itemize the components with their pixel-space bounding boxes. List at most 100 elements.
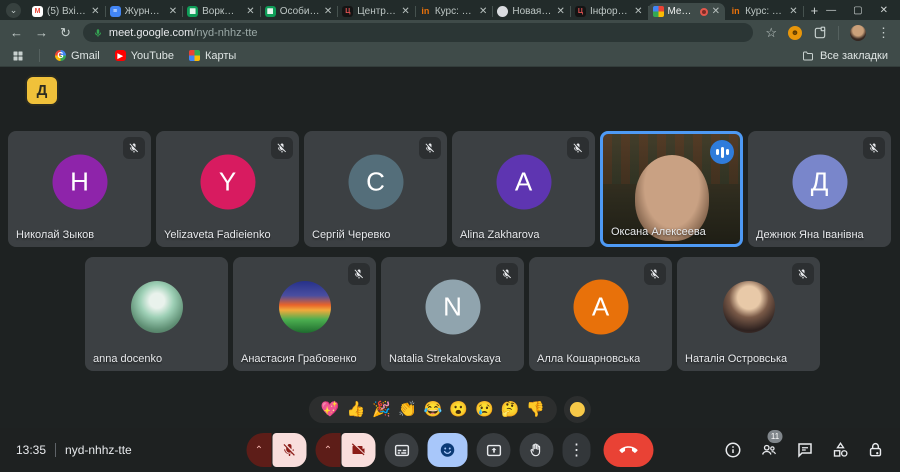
meeting-details-button[interactable]	[724, 441, 742, 459]
browser-menu-icon[interactable]: ⋮	[877, 25, 890, 41]
tab-title: Meet -	[668, 6, 696, 17]
end-call-button[interactable]	[604, 433, 654, 467]
extensions-panel-icon[interactable]	[813, 26, 827, 40]
participant-name: Сергій Черевко	[312, 229, 390, 241]
tab-close-icon[interactable]: ✕	[634, 6, 642, 17]
tab-close-icon[interactable]: ✕	[324, 6, 332, 17]
gmail-favicon: M	[32, 6, 43, 17]
minimize-button[interactable]: —	[826, 5, 836, 16]
browser-tab-9[interactable]: inКурс: 1.1✕	[725, 3, 803, 20]
bookmark-star-icon[interactable]: ☆	[765, 25, 777, 41]
camera-options-chevron[interactable]: ⌃	[316, 433, 341, 467]
more-options-button[interactable]: ⋮	[563, 433, 591, 467]
participant-tile[interactable]: ННиколай Зыков	[8, 131, 151, 247]
participant-tile[interactable]: Наталія Островська	[677, 257, 820, 371]
participant-tile[interactable]: Анастасия Грабовенко	[233, 257, 376, 371]
host-controls-button[interactable]	[867, 441, 884, 459]
present-button[interactable]	[477, 433, 511, 467]
reactions-toggle-button[interactable]	[428, 433, 468, 467]
reload-icon[interactable]: ↻	[60, 25, 71, 41]
reaction-emoji-0[interactable]: 💖	[321, 402, 340, 417]
reaction-emoji-6[interactable]: 😢	[475, 402, 494, 417]
all-bookmarks[interactable]: Все закладки	[802, 50, 888, 62]
avatar: Д	[792, 155, 847, 210]
back-icon[interactable]: ←	[10, 25, 23, 40]
meet-favicon	[653, 6, 664, 17]
participant-tile[interactable]: А Алла Кошарновська	[529, 257, 672, 371]
participant-tile[interactable]: ДДежнюк Яна Іванівна	[748, 131, 891, 247]
tab-close-icon[interactable]: ✕	[91, 6, 99, 17]
reaction-emoji-2[interactable]: 🎉	[372, 402, 391, 417]
browser-tab-1[interactable]: ≡Журнал р✕	[105, 3, 183, 20]
tab-close-icon[interactable]: ✕	[401, 6, 409, 17]
avatar: А	[496, 155, 551, 210]
reaction-emoji-1[interactable]: 👍	[347, 402, 366, 417]
sheet-favicon: ▦	[265, 6, 276, 17]
browser-tab-0[interactable]: M(5) Вхідні -✕	[27, 3, 105, 20]
camera-off-button[interactable]	[342, 433, 376, 467]
reaction-emoji-5[interactable]: 😮	[449, 402, 468, 417]
call-footer: 13:35 nyd-nhhz-tte ⌃ ⌃	[0, 428, 900, 472]
reaction-emoji-3[interactable]: 👏	[398, 402, 417, 417]
skin-tone-button[interactable]	[564, 396, 591, 423]
participant-tile[interactable]: NNatalia Strekalovskaya	[381, 257, 524, 371]
address-bar[interactable]: meet.google.com/nyd-nhhz-tte	[83, 23, 753, 42]
captions-button[interactable]	[385, 433, 419, 467]
browser-tab-4[interactable]: ЦЦентр пси✕	[337, 3, 415, 20]
muted-mic-icon	[123, 137, 145, 159]
forward-icon[interactable]: →	[35, 25, 48, 40]
tab-close-icon[interactable]: ✕	[246, 6, 254, 17]
clock-time: 13:35	[16, 443, 46, 457]
reaction-emoji-8[interactable]: 👎	[526, 402, 545, 417]
browser-tab-2[interactable]: ▦Воркшоп_✕	[182, 3, 260, 20]
bookmark-youtube[interactable]: ▶YouTube	[115, 50, 174, 62]
participant-name: Алла Кошарновська	[537, 353, 640, 365]
avatar-photo	[131, 281, 183, 333]
tab-close-icon[interactable]: ✕	[557, 6, 565, 17]
chat-button[interactable]	[796, 441, 814, 459]
participant-tile[interactable]: АAlina Zakharova	[452, 131, 595, 247]
extension-overlay-badge[interactable]: Д	[25, 75, 59, 106]
participant-tile[interactable]: anna docenko	[85, 257, 228, 371]
profile-avatar[interactable]	[850, 25, 866, 41]
muted-mic-icon	[419, 137, 441, 159]
reaction-emoji-4[interactable]: 😂	[424, 402, 443, 417]
bookmark-gmail[interactable]: GGmail	[55, 50, 100, 62]
tab-close-icon[interactable]: ✕	[712, 6, 720, 17]
extension-icon[interactable]: ☻	[788, 26, 802, 40]
bookmark-карты[interactable]: Карты	[189, 50, 236, 62]
reaction-emoji-7[interactable]: 🤔	[501, 402, 520, 417]
participant-row-1: ННиколай ЗыковYYelizaveta FadieienkoССер…	[8, 131, 891, 247]
maximize-button[interactable]: ▢	[853, 5, 862, 16]
avatar: А	[573, 280, 628, 335]
raise-hand-button[interactable]	[520, 433, 554, 467]
tab-close-icon[interactable]: ✕	[789, 6, 797, 17]
participant-tile[interactable]: Оксана Алексеева	[600, 131, 743, 247]
meeting-code: nyd-nhhz-tte	[65, 443, 132, 457]
tab-close-icon[interactable]: ✕	[479, 6, 487, 17]
tab-close-icon[interactable]: ✕	[169, 6, 177, 17]
browser-tab-5[interactable]: inКурс: Під✕	[415, 3, 493, 20]
apps-grid-icon[interactable]	[12, 50, 24, 62]
browser-tab-8[interactable]: Meet - ✕	[648, 3, 726, 20]
participants-button[interactable]: 11	[759, 441, 779, 459]
close-window-button[interactable]: ✕	[880, 5, 888, 16]
browser-tab-6[interactable]: Новая вкл✕	[492, 3, 570, 20]
browser-tab-7[interactable]: ЦІнформаці✕	[570, 3, 648, 20]
mic-options-chevron[interactable]: ⌃	[247, 433, 272, 467]
tab-search-button[interactable]: ⌄	[6, 3, 21, 18]
browser-tab-3[interactable]: ▦Особисті✕	[260, 3, 338, 20]
new-tab-button[interactable]: +	[811, 3, 819, 18]
participant-tile[interactable]: YYelizaveta Fadieienko	[156, 131, 299, 247]
tab-title: Курс: Під	[435, 6, 475, 17]
activities-button[interactable]	[831, 441, 850, 459]
mic-muted-button[interactable]	[273, 433, 307, 467]
participant-tile[interactable]: ССергій Черевко	[304, 131, 447, 247]
window-controls: — ▢ ✕	[826, 5, 888, 16]
tab-strip: ⌄ M(5) Вхідні -✕≡Журнал р✕▦Воркшоп_✕▦Осо…	[0, 0, 900, 20]
muted-mic-icon	[863, 137, 885, 159]
muted-mic-icon	[271, 137, 293, 159]
tabs-container: M(5) Вхідні -✕≡Журнал р✕▦Воркшоп_✕▦Особи…	[27, 0, 803, 20]
chrome-favicon	[497, 6, 508, 17]
tab-title: Журнал р	[125, 6, 165, 17]
